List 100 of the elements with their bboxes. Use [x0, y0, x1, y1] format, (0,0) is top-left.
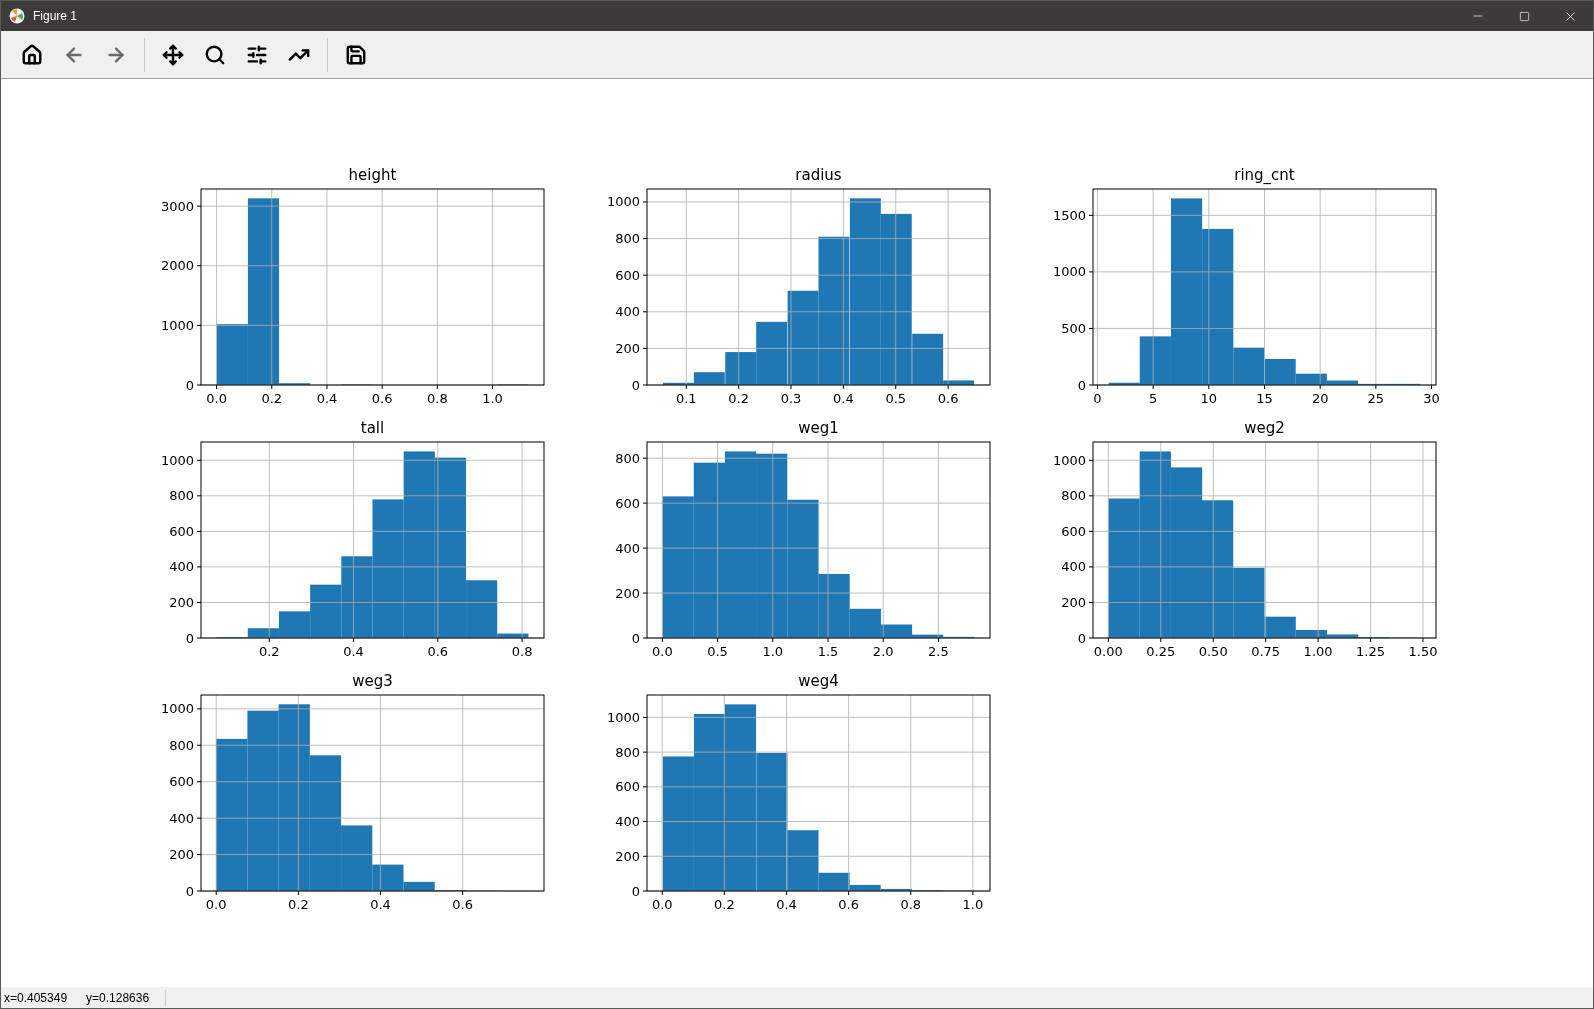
y-tick-label: 0 — [1077, 630, 1086, 646]
y-tick-label: 800 — [169, 737, 194, 753]
x-tick-label: 0.4 — [776, 897, 797, 912]
y-tick-label: 1000 — [160, 452, 194, 468]
x-tick-label: 1.0 — [962, 897, 984, 912]
chart-title: weg2 — [1244, 419, 1285, 437]
x-tick-label: 0.0 — [652, 644, 673, 659]
x-tick-label: 15 — [1256, 391, 1273, 406]
x-tick-label: 20 — [1311, 391, 1329, 406]
chart-title: tall — [360, 419, 385, 437]
x-tick-label: 0.5 — [885, 391, 907, 406]
chart-title: ring_cnt — [1234, 166, 1295, 184]
window-title: Figure 1 — [33, 8, 78, 25]
y-tick-label: 1000 — [606, 194, 640, 210]
x-tick-label: 0.6 — [838, 897, 859, 912]
y-tick-label: 1500 — [1052, 207, 1086, 223]
y-tick-label: 600 — [1061, 523, 1086, 539]
y-tick-label: 0 — [631, 630, 640, 646]
x-coordinate: x=0.405349 — [4, 989, 68, 1007]
chart-title: radius — [795, 166, 842, 184]
x-tick-label: 0.1 — [675, 391, 697, 406]
x-tick-label: 0.6 — [427, 644, 449, 659]
y-tick-label: 0 — [185, 630, 194, 646]
y-tick-label: 800 — [615, 450, 640, 466]
x-tick-label: 0.5 — [707, 644, 728, 659]
x-tick-label: 25 — [1367, 391, 1385, 406]
y-tick-label: 1000 — [160, 317, 194, 333]
y-tick-label: 1000 — [1052, 264, 1086, 280]
chart-title: weg3 — [352, 672, 393, 690]
y-tick-label: 200 — [615, 585, 640, 601]
y-tick-label: 0 — [631, 377, 640, 393]
x-tick-label: 10 — [1200, 391, 1218, 406]
x-tick-label: 0.3 — [780, 391, 802, 406]
x-tick-label: 0.4 — [833, 391, 854, 406]
x-tick-label: 0.50 — [1198, 644, 1228, 659]
x-tick-label: 0.2 — [714, 897, 735, 912]
x-tick-label: 0.8 — [900, 897, 922, 912]
x-tick-label: 0.0 — [206, 391, 227, 406]
y-tick-label: 200 — [169, 847, 194, 863]
y-tick-label: 0 — [185, 883, 194, 899]
y-tick-label: 3000 — [160, 198, 194, 214]
x-tick-label: 0.0 — [651, 897, 673, 912]
y-tick-label: 800 — [615, 231, 640, 247]
y-tick-label: 200 — [1061, 594, 1086, 610]
y-coordinate: y=0.128636 — [86, 989, 150, 1007]
x-tick-label: 0.0 — [205, 897, 227, 912]
y-tick-label: 200 — [615, 340, 640, 356]
y-tick-label: 400 — [169, 559, 194, 575]
y-tick-label: 1000 — [1052, 452, 1086, 468]
y-tick-label: 800 — [1061, 488, 1086, 504]
x-tick-label: 0.8 — [511, 644, 533, 659]
chart-title: height — [348, 166, 397, 184]
x-tick-label: 30 — [1423, 391, 1440, 406]
y-tick-label: 400 — [615, 540, 640, 556]
y-tick-label: 600 — [169, 774, 194, 790]
x-tick-label: 1.00 — [1303, 644, 1333, 659]
x-tick-label: 1.25 — [1356, 644, 1385, 659]
y-tick-label: 600 — [169, 523, 194, 539]
y-tick-label: 400 — [615, 304, 640, 320]
y-tick-label: 0 — [631, 883, 640, 899]
y-tick-label: 600 — [615, 267, 640, 283]
y-tick-label: 2000 — [160, 258, 194, 274]
x-tick-label: 0.4 — [370, 897, 391, 912]
y-tick-label: 0 — [1077, 377, 1086, 393]
x-tick-label: 5 — [1149, 391, 1158, 406]
y-tick-label: 600 — [615, 779, 640, 795]
x-tick-label: 0.25 — [1146, 644, 1176, 659]
chart-title: weg4 — [798, 672, 839, 690]
x-tick-label: 2.0 — [872, 644, 894, 659]
x-tick-label: 1.50 — [1408, 644, 1438, 659]
x-tick-label: 0 — [1093, 391, 1102, 406]
x-tick-label: 1.5 — [817, 644, 839, 659]
x-tick-label: 2.5 — [928, 644, 949, 659]
x-tick-label: 0.2 — [261, 391, 283, 406]
x-tick-label: 0.75 — [1251, 644, 1281, 659]
y-tick-label: 200 — [615, 848, 640, 864]
x-tick-label: 0.4 — [343, 644, 364, 659]
chart-title: weg1 — [798, 419, 839, 437]
y-tick-label: 400 — [615, 814, 640, 830]
y-tick-label: 1000 — [160, 701, 194, 717]
y-tick-label: 400 — [169, 810, 194, 826]
x-tick-label: 1.0 — [762, 644, 784, 659]
y-tick-label: 400 — [1061, 559, 1086, 575]
x-tick-label: 0.2 — [728, 391, 749, 406]
y-tick-label: 800 — [615, 744, 640, 760]
x-tick-label: 0.6 — [371, 391, 393, 406]
x-tick-label: 0.2 — [258, 644, 280, 659]
y-tick-label: 500 — [1061, 320, 1086, 336]
y-tick-label: 200 — [169, 594, 194, 610]
x-tick-label: 0.4 — [316, 391, 338, 406]
x-tick-label: 1.0 — [482, 391, 503, 406]
y-tick-label: 600 — [615, 495, 640, 511]
x-tick-label: 0.00 — [1093, 644, 1123, 659]
y-tick-label: 1000 — [606, 709, 640, 725]
x-tick-label: 0.6 — [937, 391, 959, 406]
y-tick-label: 800 — [169, 488, 194, 504]
x-tick-label: 0.6 — [452, 897, 473, 912]
x-tick-label: 0.8 — [427, 391, 448, 406]
y-tick-label: 0 — [185, 377, 194, 393]
x-tick-label: 0.2 — [288, 897, 309, 912]
